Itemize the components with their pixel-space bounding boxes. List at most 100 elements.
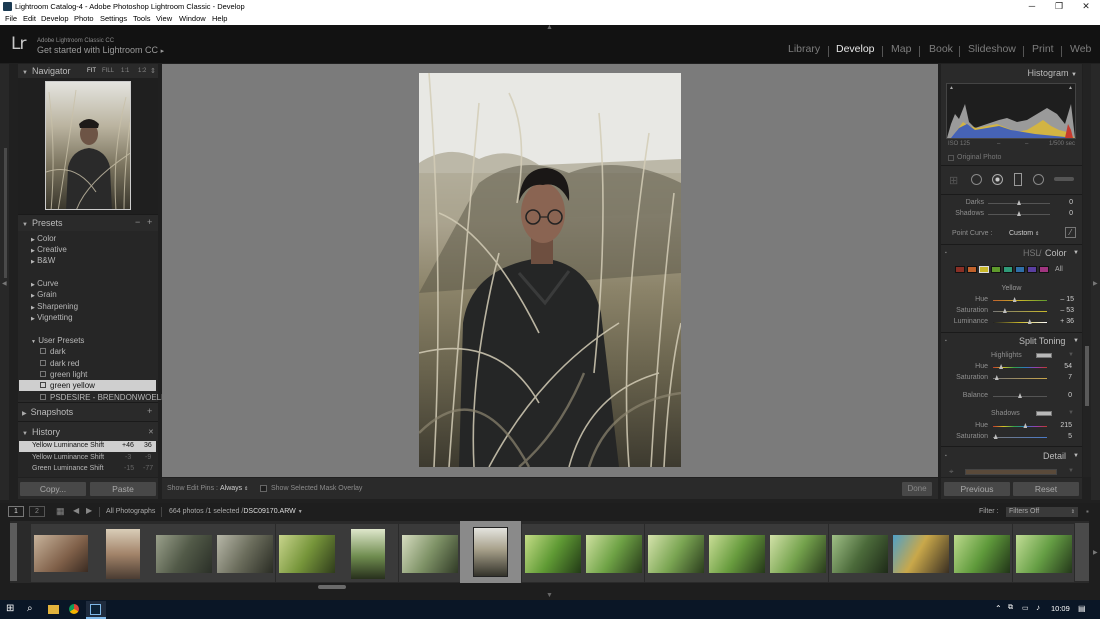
- film-cell-5[interactable]: [276, 524, 337, 582]
- film-cell-4[interactable]: [214, 524, 275, 582]
- filmstrip-source[interactable]: All Photographs: [106, 508, 155, 515]
- balance-value[interactable]: 0: [1054, 392, 1072, 399]
- highlight-clip-icon[interactable]: ▲: [1068, 85, 1073, 91]
- history-row[interactable]: Yellow Luminance Shift +46 36: [32, 442, 156, 449]
- remove-preset-button[interactable]: −: [135, 217, 140, 227]
- st-highlights-hue-value[interactable]: 54: [1054, 363, 1072, 370]
- history-row[interactable]: Yellow Luminance Shift -3 -9: [32, 454, 156, 461]
- add-snapshot-button[interactable]: +: [147, 406, 152, 416]
- selected-filename[interactable]: DSC09170.ARW: [243, 508, 295, 515]
- zoom-1-2[interactable]: 1:2: [138, 68, 146, 74]
- windows-start-icon[interactable]: ⊞: [6, 603, 14, 614]
- color-picker-triangle-icon[interactable]: ▼: [1068, 352, 1074, 358]
- zoom-fit[interactable]: FIT: [87, 68, 96, 74]
- module-map[interactable]: Map: [891, 43, 911, 55]
- film-cell-6[interactable]: [337, 524, 398, 582]
- st-shadows-saturation-slider-track[interactable]: [993, 437, 1047, 438]
- swatch-green[interactable]: [991, 266, 1001, 273]
- split-toning-header[interactable]: ▪ Split Toning ▼: [941, 334, 1082, 348]
- preset-group-sharpening[interactable]: ▶ Sharpening: [31, 302, 78, 311]
- menu-develop[interactable]: Develop: [41, 13, 69, 25]
- swatch-all[interactable]: All: [1055, 266, 1063, 273]
- point-curve-select[interactable]: Custom ⇕: [1009, 230, 1039, 237]
- preset-item-dark[interactable]: dark: [40, 347, 66, 356]
- swatch-blue[interactable]: [1015, 266, 1025, 273]
- film-cell-10[interactable]: [583, 524, 644, 582]
- graduated-filter-icon[interactable]: [1014, 173, 1022, 186]
- filmstrip-right-arrow-icon[interactable]: ▶: [1093, 549, 1098, 556]
- left-panel-scrollbar[interactable]: [4, 148, 7, 278]
- preset-group-bw[interactable]: ▶ B&W: [31, 256, 55, 265]
- hsl-hue-slider-track[interactable]: [993, 300, 1047, 301]
- right-panel-scrollbar[interactable]: [1085, 346, 1089, 406]
- filmstrip-scrollbar[interactable]: [318, 585, 346, 589]
- menu-file[interactable]: File: [5, 13, 17, 25]
- module-book[interactable]: Book: [929, 43, 953, 55]
- hsl-luminance-value[interactable]: + 36: [1052, 318, 1074, 325]
- module-web[interactable]: Web: [1070, 43, 1091, 55]
- swatch-aqua[interactable]: [1003, 266, 1013, 273]
- history-row[interactable]: Green Luminance Shift -15 -77: [32, 465, 156, 472]
- film-cell-16[interactable]: [951, 524, 1012, 582]
- color-picker-triangle-icon[interactable]: ▼: [1068, 410, 1074, 416]
- left-panel-toggle-strip[interactable]: ◀: [0, 64, 9, 500]
- st-shadows-hue-slider-track[interactable]: [993, 426, 1047, 427]
- add-preset-button[interactable]: +: [147, 217, 152, 227]
- copy-button[interactable]: Copy...: [20, 482, 86, 496]
- menu-tools[interactable]: Tools: [133, 13, 151, 25]
- shadows-value[interactable]: 0: [1055, 210, 1073, 217]
- red-eye-icon[interactable]: [992, 174, 1003, 185]
- previous-button[interactable]: Previous: [944, 482, 1010, 496]
- swatch-magenta[interactable]: [1039, 266, 1049, 273]
- close-button[interactable]: ✕: [1073, 0, 1099, 13]
- history-header[interactable]: ▼ History: [22, 425, 156, 439]
- module-develop[interactable]: Develop: [836, 43, 875, 55]
- navigator-thumbnail[interactable]: [45, 81, 131, 210]
- dropdown-arrow-icon[interactable]: ▼: [298, 509, 303, 515]
- language-icon[interactable]: ▭: [1022, 604, 1029, 612]
- zoom-menu-icon[interactable]: ⇕: [150, 67, 156, 75]
- preset-group-user[interactable]: ▼ User Presets: [31, 336, 84, 345]
- show-hidden-icons[interactable]: ⌃: [995, 604, 1002, 613]
- film-cell-11[interactable]: [645, 524, 706, 582]
- st-shadows-saturation-value[interactable]: 5: [1054, 433, 1072, 440]
- film-cell-3[interactable]: [153, 524, 214, 582]
- film-cell-1[interactable]: [31, 524, 92, 582]
- snapshots-header[interactable]: ▶ Snapshots: [22, 405, 156, 419]
- collapse-top-arrow-icon[interactable]: ▲: [546, 24, 553, 31]
- adjustment-brush-icon[interactable]: [1054, 177, 1074, 181]
- view-2-button[interactable]: 2: [29, 506, 45, 517]
- file-explorer-icon[interactable]: [48, 605, 59, 614]
- preset-group-color[interactable]: ▶ Color: [31, 234, 56, 243]
- preset-group-grain[interactable]: ▶ Grain: [31, 290, 57, 299]
- menu-help[interactable]: Help: [212, 13, 227, 25]
- get-started-link[interactable]: Get started with Lightroom CC ▸: [37, 45, 164, 55]
- film-cell-9[interactable]: [522, 524, 583, 582]
- menu-photo[interactable]: Photo: [74, 13, 94, 25]
- view-1-button[interactable]: 1: [8, 506, 24, 517]
- zoom-1-1[interactable]: 1:1: [121, 68, 129, 74]
- hsl-hue-value[interactable]: – 15: [1052, 296, 1074, 303]
- crop-overlay-icon[interactable]: ⊞: [949, 174, 958, 187]
- collapse-bottom-arrow-icon[interactable]: ▼: [546, 592, 553, 599]
- clock[interactable]: 10:09: [1051, 604, 1070, 613]
- swatch-red[interactable]: [955, 266, 965, 273]
- preset-group-vignetting[interactable]: ▶ Vignetting: [31, 313, 73, 322]
- film-cell-17[interactable]: [1013, 524, 1074, 582]
- main-photo[interactable]: [419, 73, 681, 467]
- edit-point-curve-icon[interactable]: ⁄: [1065, 227, 1076, 238]
- detail-header[interactable]: ▪ Detail ▼: [941, 449, 1082, 463]
- module-library[interactable]: Library: [788, 43, 820, 55]
- hsl-tab[interactable]: HSL: [1023, 246, 1041, 260]
- radial-filter-icon[interactable]: [1033, 174, 1044, 185]
- preset-item-green-light[interactable]: green light: [40, 370, 87, 379]
- notifications-icon[interactable]: ▤: [1078, 604, 1086, 613]
- right-panel-toggle-strip[interactable]: ▶: [1091, 64, 1100, 500]
- film-cell-15[interactable]: [890, 524, 951, 582]
- swatch-purple[interactable]: [1027, 266, 1037, 273]
- forward-arrow-icon[interactable]: ▶: [86, 506, 92, 515]
- mask-overlay-checkbox[interactable]: [260, 485, 267, 492]
- paste-button[interactable]: Paste: [90, 482, 156, 496]
- module-print[interactable]: Print: [1032, 43, 1054, 55]
- grid-view-icon[interactable]: ▦: [56, 506, 65, 517]
